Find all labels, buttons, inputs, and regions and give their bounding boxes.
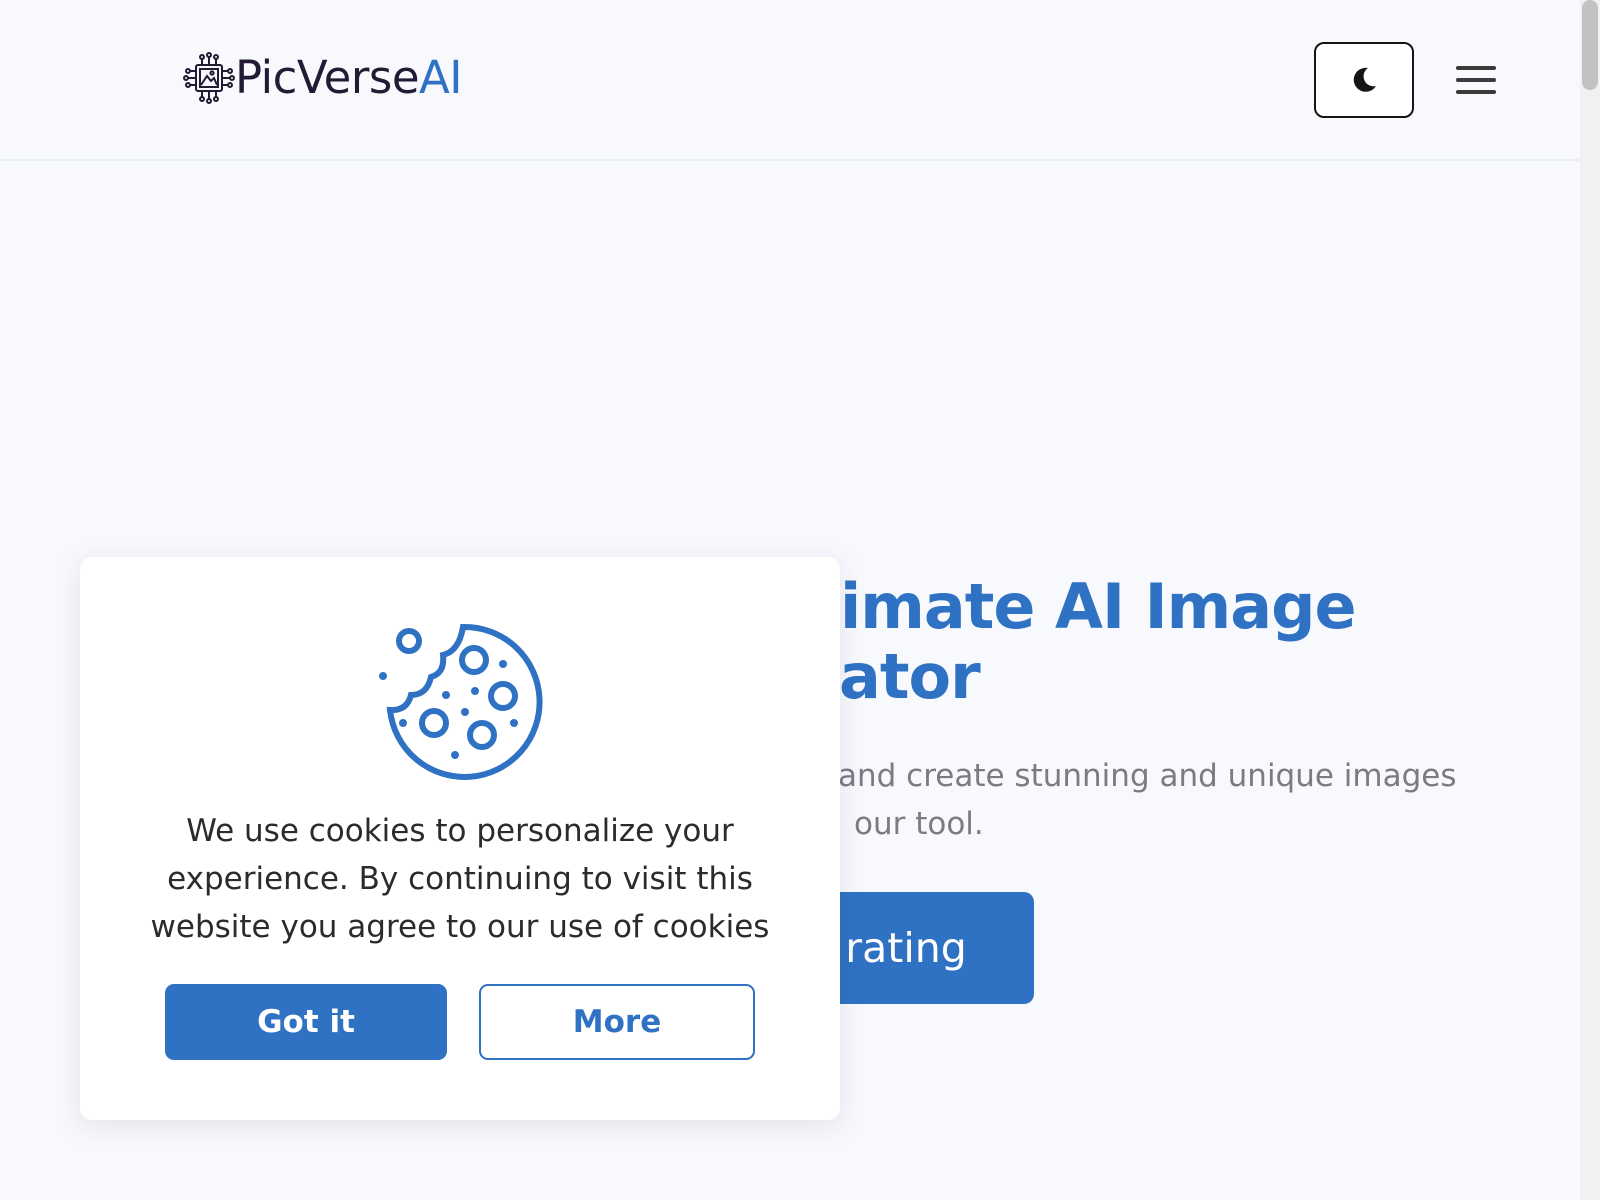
theme-toggle-button[interactable] xyxy=(1314,42,1414,118)
moon-icon xyxy=(1353,67,1376,92)
chip-image-icon xyxy=(183,52,235,104)
page-scrollbar[interactable] xyxy=(1580,0,1600,1200)
brand-name: PicVerseAI xyxy=(235,50,463,106)
more-cookie-info-button[interactable]: More xyxy=(479,984,755,1060)
brand-name-suffix: AI xyxy=(419,51,463,104)
brand-name-main: PicVerse xyxy=(235,51,420,104)
hamburger-menu-icon xyxy=(1456,66,1496,94)
cookie-consent-dialog: We use cookies to personalize your exper… xyxy=(80,557,840,1120)
menu-toggle-button[interactable] xyxy=(1440,56,1512,104)
brand-logo-link[interactable]: PicVerseAI xyxy=(181,50,463,106)
accept-cookies-button[interactable]: Got it xyxy=(165,984,447,1060)
cookie-message: We use cookies to personalize your exper… xyxy=(150,813,770,945)
site-header: PicVerseAI xyxy=(0,0,1580,161)
scrollbar-thumb[interactable] xyxy=(1582,0,1598,90)
cookie-icon xyxy=(379,623,543,780)
